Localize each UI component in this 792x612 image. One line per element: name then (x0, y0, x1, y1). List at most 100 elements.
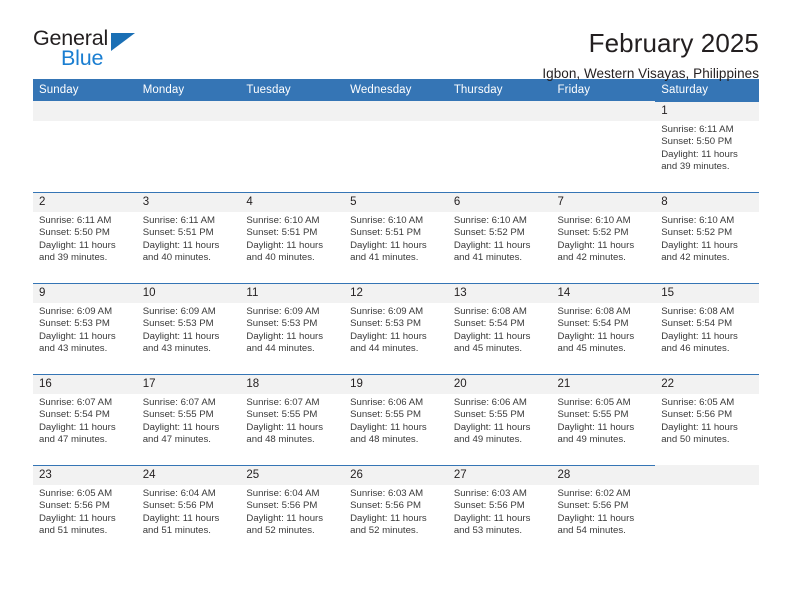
sunset-text: Sunset: 5:55 PM (557, 409, 629, 421)
day-sun-info: Sunrise: 6:04 AM Sunset: 5:56 PM Daylight:… (137, 485, 241, 538)
day-box (551, 101, 656, 192)
calendar-cell-day[interactable]: 5 Sunrise: 6:10 AM Sunset: 5:51 PM Daylight… (344, 192, 448, 283)
page-title: February 2025 (588, 28, 759, 58)
day-sun-info: Sunrise: 6:07 AM Sunset: 5:55 PM Daylight:… (137, 394, 241, 447)
day-number (136, 101, 241, 121)
day-box (240, 101, 345, 192)
calendar-cell-day[interactable]: 12 Sunrise: 6:09 AM Sunset: 5:53 PM Dayligh… (344, 283, 448, 374)
sunset-text: Sunset: 5:56 PM (350, 500, 422, 512)
calendar-cell-day[interactable]: 18 Sunrise: 6:07 AM Sunset: 5:55 PM Dayligh… (240, 374, 345, 465)
calendar-cell-day[interactable]: 11 Sunrise: 6:09 AM Sunset: 5:53 PM Dayligh… (240, 283, 345, 374)
day-number (447, 101, 552, 121)
day-sun-info: Sunrise: 6:09 AM Sunset: 5:53 PM Daylight:… (240, 303, 344, 356)
day-box: 12 Sunrise: 6:09 AM Sunset: 5:53 PM Dayligh… (344, 283, 448, 374)
daylight-text: Daylight: 11 hours and 44 minutes. (350, 330, 427, 355)
calendar-cell-day[interactable]: 15 Sunrise: 6:08 AM Sunset: 5:54 PM Dayligh… (655, 283, 759, 374)
day-number: 23 (33, 465, 137, 485)
calendar-cell-day[interactable]: 26 Sunrise: 6:03 AM Sunset: 5:56 PM Dayligh… (344, 465, 448, 556)
day-box (655, 465, 759, 556)
calendar-cell-day[interactable]: 24 Sunrise: 6:04 AM Sunset: 5:56 PM Dayligh… (136, 465, 241, 556)
sunset-text: Sunset: 5:56 PM (246, 500, 318, 512)
sunset-text: Sunset: 5:54 PM (453, 318, 525, 330)
daylight-text: Daylight: 11 hours and 41 minutes. (350, 239, 427, 264)
sunset-text: Sunset: 5:53 PM (350, 318, 422, 330)
calendar-cell-day[interactable]: 27 Sunrise: 6:03 AM Sunset: 5:56 PM Dayligh… (447, 465, 552, 556)
daylight-text: Daylight: 11 hours and 51 minutes. (39, 512, 116, 537)
calendar-cell-day[interactable]: 21 Sunrise: 6:05 AM Sunset: 5:55 PM Dayligh… (551, 374, 656, 465)
day-number: 8 (655, 192, 759, 212)
day-sun-info: Sunrise: 6:03 AM Sunset: 5:56 PM Daylight:… (344, 485, 448, 538)
weekday-header-sunday: Sunday (33, 79, 137, 101)
calendar-cell-day[interactable]: 20 Sunrise: 6:06 AM Sunset: 5:55 PM Dayligh… (447, 374, 552, 465)
daylight-text: Daylight: 11 hours and 52 minutes. (246, 512, 324, 537)
day-number: 4 (240, 192, 345, 212)
calendar-cell-day[interactable]: 3 Sunrise: 6:11 AM Sunset: 5:51 PM Daylight… (136, 192, 241, 283)
calendar-cell-day[interactable]: 25 Sunrise: 6:04 AM Sunset: 5:56 PM Dayligh… (240, 465, 345, 556)
daylight-text: Daylight: 11 hours and 40 minutes. (246, 239, 324, 264)
day-box: 3 Sunrise: 6:11 AM Sunset: 5:51 PM Daylight… (136, 192, 241, 283)
day-box: 14 Sunrise: 6:08 AM Sunset: 5:54 PM Dayligh… (551, 283, 656, 374)
day-number: 25 (240, 465, 345, 485)
daylight-text: Daylight: 11 hours and 49 minutes. (453, 421, 531, 446)
day-number: 27 (447, 465, 552, 485)
sunrise-text: Sunrise: 6:02 AM (557, 488, 631, 499)
calendar-cell-day[interactable]: 2 Sunrise: 6:11 AM Sunset: 5:50 PM Daylight… (33, 192, 137, 283)
daylight-text: Daylight: 11 hours and 41 minutes. (453, 239, 531, 264)
calendar-cell-empty (136, 101, 241, 192)
day-sun-info: Sunrise: 6:10 AM Sunset: 5:52 PM Daylight:… (448, 212, 552, 265)
calendar-cell-day[interactable]: 14 Sunrise: 6:08 AM Sunset: 5:54 PM Dayligh… (551, 283, 656, 374)
calendar-cell-day[interactable]: 7 Sunrise: 6:10 AM Sunset: 5:52 PM Daylight… (551, 192, 656, 283)
calendar-cell-day[interactable]: 10 Sunrise: 6:09 AM Sunset: 5:53 PM Dayligh… (136, 283, 241, 374)
day-box: 22 Sunrise: 6:05 AM Sunset: 5:56 PM Dayligh… (655, 374, 759, 465)
calendar-cell-day[interactable]: 6 Sunrise: 6:10 AM Sunset: 5:52 PM Daylight… (447, 192, 552, 283)
sunset-text: Sunset: 5:56 PM (661, 409, 733, 421)
day-box (33, 101, 137, 192)
day-number: 22 (655, 374, 759, 394)
day-box: 18 Sunrise: 6:07 AM Sunset: 5:55 PM Dayligh… (240, 374, 345, 465)
calendar-cell-day[interactable]: 16 Sunrise: 6:07 AM Sunset: 5:54 PM Dayligh… (33, 374, 137, 465)
day-box: 5 Sunrise: 6:10 AM Sunset: 5:51 PM Daylight… (344, 192, 448, 283)
calendar-cell-day[interactable]: 13 Sunrise: 6:08 AM Sunset: 5:54 PM Dayligh… (447, 283, 552, 374)
calendar-cell-day[interactable]: 1 Sunrise: 6:11 AM Sunset: 5:50 PM Daylight… (655, 101, 759, 192)
title-block: February 2025 Igbon, Western Visayas, Ph… (542, 28, 759, 81)
day-box: 26 Sunrise: 6:03 AM Sunset: 5:56 PM Dayligh… (344, 465, 448, 556)
calendar-cell-day[interactable]: 23 Sunrise: 6:05 AM Sunset: 5:56 PM Dayligh… (33, 465, 137, 556)
day-box: 23 Sunrise: 6:05 AM Sunset: 5:56 PM Dayligh… (33, 465, 137, 556)
day-number: 14 (551, 283, 656, 303)
day-number (655, 465, 759, 485)
calendar-cell-day[interactable]: 4 Sunrise: 6:10 AM Sunset: 5:51 PM Daylight… (240, 192, 345, 283)
calendar-cell-day[interactable]: 19 Sunrise: 6:06 AM Sunset: 5:55 PM Dayligh… (344, 374, 448, 465)
day-sun-info: Sunrise: 6:11 AM Sunset: 5:50 PM Daylight:… (33, 212, 137, 265)
weekday-header-friday: Friday (551, 79, 656, 101)
calendar-body: 1 Sunrise: 6:11 AM Sunset: 5:50 PM Daylight… (33, 101, 759, 556)
day-sun-info: Sunrise: 6:10 AM Sunset: 5:52 PM Daylight:… (552, 212, 656, 265)
day-sun-info: Sunrise: 6:09 AM Sunset: 5:53 PM Daylight:… (344, 303, 448, 356)
day-sun-info: Sunrise: 6:08 AM Sunset: 5:54 PM Daylight:… (655, 303, 759, 356)
calendar-cell-day[interactable]: 28 Sunrise: 6:02 AM Sunset: 5:56 PM Dayligh… (551, 465, 656, 556)
calendar-cell-empty (344, 101, 448, 192)
daylight-text: Daylight: 11 hours and 52 minutes. (350, 512, 427, 537)
daylight-text: Daylight: 11 hours and 42 minutes. (557, 239, 635, 264)
sunset-text: Sunset: 5:50 PM (661, 136, 733, 148)
sunset-text: Sunset: 5:56 PM (142, 500, 214, 512)
calendar-week-row: 2 Sunrise: 6:11 AM Sunset: 5:50 PM Daylight… (33, 192, 759, 283)
sunrise-text: Sunrise: 6:07 AM (39, 397, 113, 408)
logo-triangle-icon (111, 33, 135, 51)
daylight-text: Daylight: 11 hours and 54 minutes. (557, 512, 635, 537)
weekday-header-thursday: Thursday (447, 79, 552, 101)
generalblue-logo: General Blue (33, 27, 145, 74)
page-header: General Blue February 2025 Igbon, Wester… (33, 0, 759, 80)
day-sun-info: Sunrise: 6:04 AM Sunset: 5:56 PM Daylight:… (240, 485, 344, 538)
day-number: 16 (33, 374, 137, 394)
daylight-text: Daylight: 11 hours and 46 minutes. (661, 330, 738, 355)
day-number (551, 101, 656, 121)
day-number: 2 (33, 192, 137, 212)
day-box: 24 Sunrise: 6:04 AM Sunset: 5:56 PM Dayligh… (136, 465, 241, 556)
sunset-text: Sunset: 5:50 PM (39, 227, 110, 239)
calendar-cell-day[interactable]: 9 Sunrise: 6:09 AM Sunset: 5:53 PM Daylight… (33, 283, 137, 374)
day-sun-info: Sunrise: 6:11 AM Sunset: 5:50 PM Daylight:… (655, 121, 759, 174)
calendar-cell-day[interactable]: 17 Sunrise: 6:07 AM Sunset: 5:55 PM Dayligh… (136, 374, 241, 465)
calendar-cell-day[interactable]: 8 Sunrise: 6:10 AM Sunset: 5:52 PM Daylight… (655, 192, 759, 283)
calendar-cell-day[interactable]: 22 Sunrise: 6:05 AM Sunset: 5:56 PM Dayligh… (655, 374, 759, 465)
day-number (344, 101, 448, 121)
